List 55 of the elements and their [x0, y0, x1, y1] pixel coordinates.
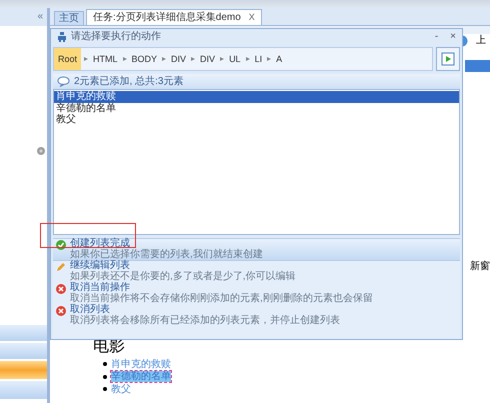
- tab[interactable]: 任务:分页列表详细信息采集demo X: [86, 9, 262, 25]
- action-description: 如果你已选择你需要的列表,我们就结束创建: [70, 249, 263, 260]
- robot-icon: [57, 32, 67, 42]
- list-item[interactable]: 辛德勒的名单: [54, 102, 459, 114]
- bullet-icon: [103, 374, 107, 379]
- close-button[interactable]: ×: [450, 32, 456, 42]
- separator-icon: [191, 57, 196, 61]
- breadcrumb-item[interactable]: A: [274, 54, 284, 64]
- tab[interactable]: 主页: [54, 11, 84, 25]
- action-item[interactable]: 取消列表 取消列表将会移除所有已经添加的列表元素，并停止创建列表: [53, 305, 460, 327]
- check-icon: [56, 240, 66, 250]
- speech-bubble-icon: [57, 76, 70, 87]
- panel-bar[interactable]: [0, 361, 47, 379]
- bullet-icon: [103, 387, 107, 392]
- toolbar-label[interactable]: 上: [476, 36, 486, 46]
- separator-icon: [220, 57, 224, 61]
- separator-icon: [84, 57, 88, 61]
- address-bar: [465, 60, 490, 72]
- action-title: 取消当前操作: [70, 283, 131, 293]
- breadcrumb-item[interactable]: LI: [252, 54, 264, 64]
- gear-icon: [36, 146, 46, 156]
- action-title: 取消列表: [70, 305, 110, 315]
- breadcrumb-item[interactable]: HTML: [91, 54, 120, 64]
- export-button[interactable]: [436, 47, 460, 71]
- action-item[interactable]: 继续编辑列表 如果列表还不是你要的,多了或者是少了,你可以编辑: [53, 261, 460, 283]
- separator-icon: [267, 57, 272, 61]
- action-item[interactable]: 取消当前操作 取消当前操作将不会存储你刚刚添加的元素,刚刚删除的元素也会保留: [53, 283, 460, 305]
- list-item[interactable]: 教父: [54, 114, 459, 126]
- action-description: 如果列表还不是你要的,多了或者是少了,你可以编辑: [70, 271, 296, 282]
- breadcrumb-item[interactable]: DIV: [169, 54, 188, 64]
- breadcrumb-item[interactable]: Root: [54, 48, 82, 70]
- list-item[interactable]: 肖申克的救赎: [54, 91, 459, 102]
- movie-link[interactable]: 教父: [111, 384, 131, 395]
- panel-bar[interactable]: [0, 381, 47, 399]
- action-item[interactable]: 创建列表完成 如果你已选择你需要的列表,我们就结束创建: [53, 239, 460, 261]
- side-text: 新窗: [470, 262, 490, 272]
- breadcrumb-item[interactable]: BODY: [130, 54, 160, 64]
- cancel-icon: [56, 306, 66, 316]
- bullet-icon: [103, 362, 107, 366]
- separator-icon: [246, 57, 250, 61]
- minimize-button[interactable]: -: [434, 32, 438, 42]
- action-title: 创建列表完成: [70, 239, 131, 249]
- separator-icon: [122, 57, 127, 61]
- panel-bar[interactable]: [0, 325, 47, 341]
- separator-icon: [162, 57, 166, 61]
- action-description: 取消列表将会移除所有已经添加的列表元素，并停止创建列表: [70, 315, 340, 326]
- status-text: 2元素已添加, 总共:3元素: [74, 76, 184, 86]
- action-title: 继续编辑列表: [70, 261, 131, 271]
- action-description: 取消当前操作将不会存储你刚刚添加的元素,刚刚删除的元素也会保留: [70, 293, 373, 304]
- dialog-title: 请选择要执行的动作: [71, 32, 161, 42]
- panel-bar[interactable]: [0, 343, 47, 359]
- breadcrumb-item[interactable]: DIV: [198, 54, 218, 64]
- movie-link[interactable]: 肖申克的救赎: [111, 358, 171, 370]
- breadcrumb-item[interactable]: UL: [227, 54, 243, 64]
- cancel-icon: [56, 284, 66, 294]
